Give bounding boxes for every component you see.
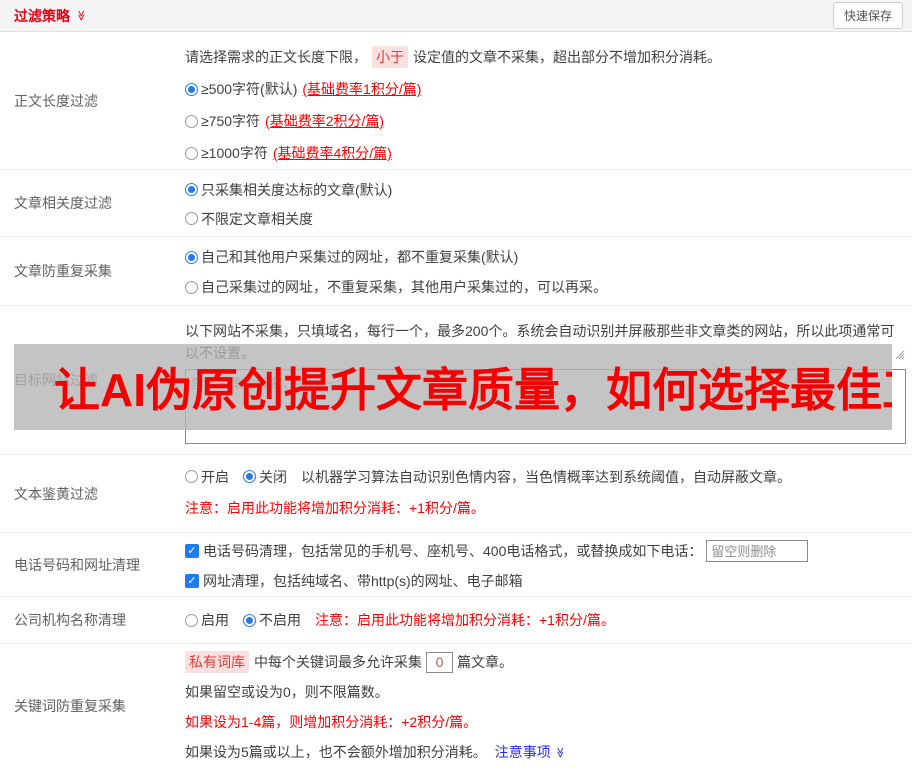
row-label: 正文长度过滤 <box>14 92 98 109</box>
phone-clean-label: 电话号码清理，包括常见的手机号、座机号、400电话格式，或替换成如下电话： <box>203 543 703 559</box>
keyword-limit-input[interactable] <box>426 651 453 673</box>
radio-relevance-off-icon[interactable] <box>185 212 198 225</box>
row-label: 电话号码和网址清理 <box>14 556 140 573</box>
radio-company-off-icon[interactable] <box>243 613 256 627</box>
filter-strategy-page: 过滤策略 ≫ 快速保存 正文长度过滤 请选择需求的正文长度下限， 小于 设定值的文章… <box>0 0 912 768</box>
length-option-1000[interactable]: ≥1000字符 (基础费率4积分/篇) <box>185 137 906 169</box>
row-label: 文本鉴黄过滤 <box>14 485 98 502</box>
replacement-phone-input[interactable] <box>706 540 809 562</box>
url-clean-label: 网址清理，包括纯域名、带http(s)的网址、电子邮箱 <box>203 573 523 589</box>
keyword-dedup-line4: 如果设为5篇或以上，也不会额外增加积分消耗。 <box>185 744 487 760</box>
company-on-label[interactable]: 启用 <box>201 610 229 630</box>
radio-relevance-on-icon[interactable] <box>185 183 198 196</box>
radio-500-icon[interactable] <box>185 82 198 96</box>
company-off-label[interactable]: 不启用 <box>259 610 301 630</box>
row-label: 文章防重复采集 <box>14 263 112 279</box>
page-title: 过滤策略 <box>14 7 70 24</box>
row-relevance-filter: 文章相关度过滤 只采集相关度达标的文章(默认) 不限定文章相关度 <box>0 170 912 237</box>
promo-banner-text: 让AI伪原创提升文章质量，如何选择最佳工 <box>54 364 892 416</box>
notice-link[interactable]: 注意事项 ≫ <box>495 742 568 762</box>
keyword-dedup-line3: 如果设为1-4篇，则增加积分消耗：+2积分/篇。 <box>185 714 478 730</box>
checkbox-phone-clean-icon[interactable]: ✓ <box>185 544 199 558</box>
dedup-option-self-only[interactable]: 自己采集过的网址，不重复采集，其他用户采集过的，可以再采。 <box>185 272 906 302</box>
porn-filter-desc: 以机器学习算法自动识别色情内容，当色情概率达到系统阈值，自动屏蔽文章。 <box>301 468 791 485</box>
radio-750-icon[interactable] <box>185 114 198 128</box>
relevance-option-unlimited[interactable]: 不限定文章相关度 <box>185 204 906 233</box>
double-chevron-down-icon: ≫ <box>75 10 88 21</box>
row-length-filter: 正文长度过滤 请选择需求的正文长度下限， 小于 设定值的文章不采集，超出部分不增加积… <box>0 32 912 170</box>
radio-porn-off-icon[interactable] <box>243 470 256 483</box>
porn-on-label[interactable]: 开启 <box>201 467 229 487</box>
promo-banner-overlay: 让AI伪原创提升文章质量，如何选择最佳工 <box>14 344 892 430</box>
fee-note: (基础费率2积分/篇) <box>265 113 385 129</box>
highlight-private-lexicon: 私有词库 <box>185 651 249 673</box>
fee-note: (基础费率4积分/篇) <box>272 145 392 161</box>
radio-1000-icon[interactable] <box>185 146 198 160</box>
fee-note: (基础费率1积分/篇) <box>302 81 422 97</box>
porn-off-label[interactable]: 关闭 <box>259 467 287 487</box>
checkbox-url-clean-icon[interactable]: ✓ <box>185 574 199 588</box>
top-bar: 过滤策略 ≫ 快速保存 <box>0 0 912 32</box>
highlight-lessthan: 小于 <box>372 46 408 68</box>
double-chevron-down-icon: ≫ <box>554 746 567 758</box>
company-clean-note: 注意：启用此功能将增加积分消耗：+1积分/篇。 <box>315 612 615 628</box>
radio-company-on-icon[interactable] <box>185 613 198 627</box>
dedup-option-all-users[interactable]: 自己和其他用户采集过的网址，都不重复采集(默认) <box>185 242 906 272</box>
row-phone-url-clean: 电话号码和网址清理 ✓ 电话号码清理，包括常见的手机号、座机号、400电话格式，… <box>0 533 912 597</box>
row-label: 关键词防重复采集 <box>14 697 126 714</box>
keyword-dedup-line2: 如果留空或设为0，则不限篇数。 <box>185 684 389 700</box>
section-title-toggle[interactable]: 过滤策略 ≫ <box>14 6 89 26</box>
length-option-750[interactable]: ≥750字符 (基础费率2积分/篇) <box>185 105 906 137</box>
row-porn-filter: 文本鉴黄过滤 开启 关闭 以机器学习算法自动识别色情内容，当色情概率达到系统阈值… <box>0 455 912 533</box>
relevance-option-default[interactable]: 只采集相关度达标的文章(默认) <box>185 175 906 204</box>
porn-filter-note: 注意：启用此功能将增加积分消耗：+1积分/篇。 <box>185 499 485 516</box>
quick-save-button[interactable]: 快速保存 <box>832 2 903 29</box>
row-keyword-dedup: 关键词防重复采集 私有词库 中每个关键词最多允许采集 篇文章。 如果留空或设为0… <box>0 644 912 767</box>
row-dedup-filter: 文章防重复采集 自己和其他用户采集过的网址，都不重复采集(默认) 自己采集过的网… <box>0 237 912 306</box>
length-filter-desc: 请选择需求的正文长度下限， 小于 设定值的文章不采集，超出部分不增加积分消耗。 <box>185 41 906 73</box>
row-company-clean: 公司机构名称清理 启用 不启用 注意：启用此功能将增加积分消耗：+1积分/篇。 <box>0 597 912 644</box>
row-label: 公司机构名称清理 <box>14 612 126 628</box>
radio-dedup-all-icon[interactable] <box>185 250 198 264</box>
length-option-500[interactable]: ≥500字符(默认) (基础费率1积分/篇) <box>185 73 906 105</box>
radio-porn-on-icon[interactable] <box>185 470 198 483</box>
radio-dedup-self-icon[interactable] <box>185 280 198 294</box>
row-label: 文章相关度过滤 <box>14 195 112 211</box>
